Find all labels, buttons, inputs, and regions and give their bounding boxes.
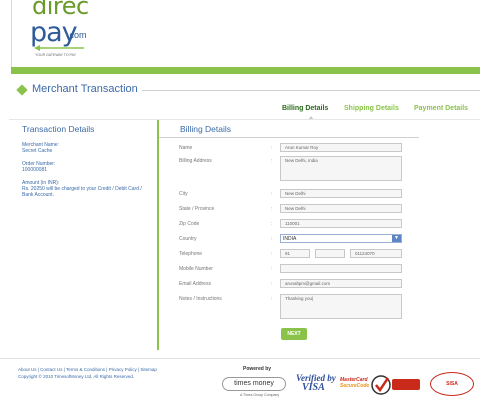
name-colon: : <box>271 145 273 151</box>
state-colon: : <box>271 206 273 212</box>
country-select[interactable]: INDIA ▼ <box>280 234 402 243</box>
state-field[interactable]: New Delhi <box>280 204 402 213</box>
name-field[interactable]: Arun Kumar Roy <box>280 143 402 152</box>
mobile-number-colon: : <box>271 266 273 272</box>
country-label: Country <box>179 236 197 242</box>
logo-tagline: YOUR GATEWAY TO PAY <box>35 53 77 57</box>
country-colon: : <box>271 236 273 242</box>
page-header: direc pay .com YOUR GATEWAY TO PAY <box>0 0 480 74</box>
telephone-label: Telephone <box>179 251 203 257</box>
email-address-colon: : <box>271 281 273 287</box>
mobile-number-field[interactable] <box>280 264 402 273</box>
telephone-country-code-field[interactable]: 91 <box>280 249 310 258</box>
state-label: State / Province <box>179 206 215 212</box>
section-heading: Merchant Transaction <box>16 83 480 99</box>
powered-by-label: Powered by <box>243 366 272 372</box>
visa-text: VISA <box>302 382 325 393</box>
zip-code-label: Zip Code <box>179 221 200 227</box>
logo-com-text: .com <box>67 30 87 40</box>
telephone-colon: : <box>271 251 273 257</box>
notes-colon: : <box>271 296 273 302</box>
tab-shipping-details[interactable]: Shipping Details <box>344 105 399 112</box>
zip-code-field[interactable]: 110001 <box>280 219 402 228</box>
country-selected-value: INDIA <box>283 236 297 242</box>
amount-charge-text: Rs. 20250 will be charged to your Credit… <box>22 186 142 198</box>
verisign-trusted-icon <box>371 375 420 395</box>
order-number-value: 100000081 <box>22 167 48 173</box>
verified-by-visa-logo: Verified by VISA <box>296 373 336 395</box>
city-colon: : <box>271 191 273 197</box>
email-address-field[interactable]: arunaltpm@gmail.com <box>280 279 402 288</box>
footer-links[interactable]: About Us | Contact Us | Terms & Conditio… <box>18 367 157 372</box>
merchant-name-value: Secret Cache <box>22 148 53 154</box>
notes-textarea[interactable]: Thanking you| <box>280 294 402 319</box>
billing-address-colon: : <box>271 158 273 164</box>
billing-details-panel: Billing Details Name : Arun Kumar Roy Bi… <box>157 120 480 350</box>
checkout-steps: Billing Details Shipping Details Payment… <box>278 105 478 120</box>
section-title: Merchant Transaction <box>32 83 138 95</box>
notes-label: Notes / Instructions <box>179 296 222 302</box>
billing-address-label: Billing Address <box>179 158 212 164</box>
securecode-text: SecureCode <box>340 383 370 389</box>
telephone-number-field[interactable]: 01124070 <box>350 249 402 258</box>
name-label: Name <box>179 145 193 151</box>
header-green-bar <box>11 67 480 74</box>
tab-billing-details[interactable]: Billing Details <box>282 105 328 112</box>
mastercard-securecode-logo: MasterCard SecureCode <box>340 377 370 393</box>
city-label: City <box>179 191 188 197</box>
logo-arrow-icon <box>34 45 84 51</box>
billing-details-title: Billing Details <box>180 124 232 134</box>
diamond-bullet-icon <box>16 84 28 96</box>
mobile-number-label: Mobile Number <box>179 266 213 272</box>
transaction-details-panel: Transaction Details Merchant Name: Secre… <box>22 124 152 198</box>
footer-divider <box>0 358 480 359</box>
tab-payment-details[interactable]: Payment Details <box>414 105 468 112</box>
city-field[interactable]: New Delhi <box>280 189 402 198</box>
email-address-label: Email Address <box>179 281 211 287</box>
chevron-down-icon[interactable]: ▼ <box>392 235 401 242</box>
times-money-logo: times money <box>222 377 286 391</box>
billing-divider <box>159 137 419 138</box>
sisa-logo: SISA <box>430 372 474 396</box>
times-money-subtitle: A Times Group Company <box>240 393 280 397</box>
next-button[interactable]: NEXT <box>281 328 307 340</box>
telephone-area-code-field[interactable] <box>315 249 345 258</box>
transaction-details-title: Transaction Details <box>22 124 95 134</box>
section-divider <box>142 90 480 91</box>
billing-address-field[interactable]: New Delhi, India <box>280 156 402 181</box>
footer-copyright: Copyright © 2010 TimesofMoney Ltd. All R… <box>18 374 135 379</box>
directpay-logo[interactable]: direc pay .com YOUR GATEWAY TO PAY <box>22 0 102 66</box>
zip-code-colon: : <box>271 221 273 227</box>
